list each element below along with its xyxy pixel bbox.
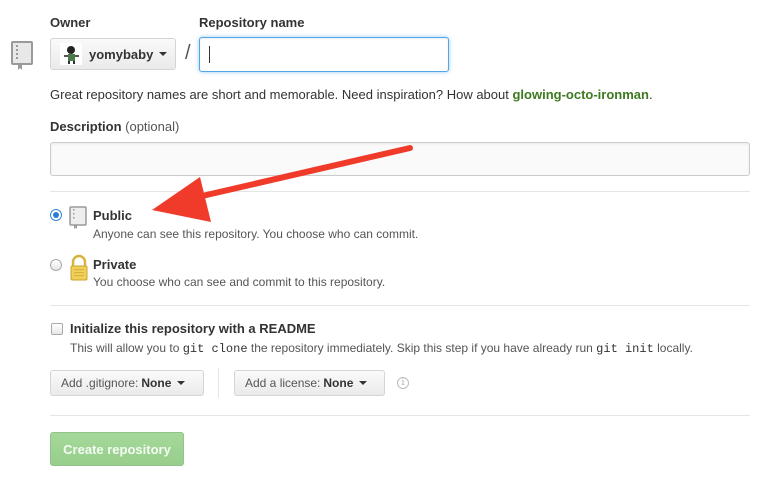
owner-repo-separator: / [185, 42, 191, 64]
repo-icon [11, 41, 35, 71]
select-divider [218, 368, 219, 398]
text-cursor [209, 46, 210, 63]
private-title[interactable]: Private [93, 257, 136, 272]
gitignore-select[interactable]: Add .gitignore: None [50, 370, 204, 396]
create-repository-button[interactable]: Create repository [50, 432, 184, 466]
description-label: Description (optional) [50, 119, 179, 134]
owner-label: Owner [50, 15, 91, 30]
divider [50, 415, 750, 416]
private-description: You choose who can see and commit to thi… [93, 275, 386, 289]
chevron-down-icon [177, 381, 186, 385]
description-label-text: Description [50, 119, 122, 134]
divider [50, 305, 750, 306]
divider [50, 191, 750, 192]
license-label: Add a license: [245, 376, 321, 390]
readme-checkbox[interactable] [51, 323, 63, 335]
readme-code-clone: git clone [182, 342, 248, 356]
name-hint: Great repository names are short and mem… [50, 87, 653, 102]
lock-icon [69, 254, 89, 282]
readme-desc-part2: the repository immediately. Skip this st… [250, 341, 593, 355]
owner-name: yomybaby [89, 46, 154, 62]
readme-desc-part3: locally. [657, 341, 693, 355]
new-repository-form: Owner Repository name yomybaby / Great r… [0, 0, 766, 495]
readme-description: This will allow you to git clone the rep… [70, 341, 693, 356]
readme-code-init: git init [596, 342, 654, 356]
private-radio[interactable] [50, 259, 62, 271]
readme-title[interactable]: Initialize this repository with a README [70, 321, 316, 336]
public-title[interactable]: Public [93, 208, 132, 223]
repo-name-label: Repository name [199, 15, 305, 30]
info-icon[interactable]: i [397, 377, 409, 389]
hint-text: Great repository names are short and mem… [50, 87, 509, 102]
chevron-down-icon [159, 52, 168, 56]
annotation-arrow-icon [152, 145, 413, 222]
license-select[interactable]: Add a license: None [234, 370, 385, 396]
public-repo-icon [69, 206, 89, 230]
public-radio[interactable] [50, 209, 62, 221]
owner-select[interactable]: yomybaby [50, 38, 176, 70]
description-input[interactable] [50, 142, 750, 176]
repository-name-input[interactable] [199, 37, 449, 72]
readme-desc-part1: This will allow you to [70, 341, 180, 355]
gitignore-label: Add .gitignore: [61, 376, 139, 390]
hint-end: . [648, 87, 653, 102]
description-optional: (optional) [125, 119, 180, 134]
chevron-down-icon [359, 381, 368, 385]
gitignore-value: None [141, 376, 172, 390]
public-description: Anyone can see this repository. You choo… [93, 227, 419, 241]
avatar [60, 43, 82, 65]
license-value: None [323, 376, 354, 390]
suggested-name-link[interactable]: glowing-octo-ironman [512, 87, 648, 102]
